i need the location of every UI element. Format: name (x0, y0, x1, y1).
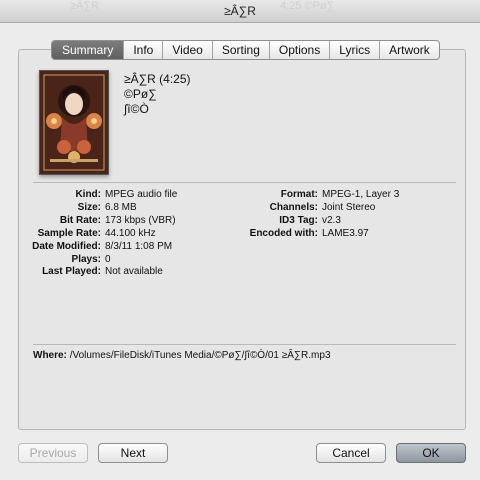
detail-label: ID3 Tag: (279, 214, 318, 226)
tab-sorting[interactable]: Sorting (211, 41, 269, 59)
detail-label: Size: (77, 201, 101, 213)
cancel-button[interactable]: Cancel (316, 443, 386, 463)
detail-row-channels: Channels: Joint Stereo (233, 202, 399, 215)
detail-value: 44.100 kHz (105, 227, 156, 239)
album-artwork-thumbnail (39, 70, 109, 175)
detail-label: Last Played: (42, 266, 101, 278)
detail-row-size: Size: 6.8 MB (16, 202, 177, 215)
song-artist: ©Pø∑ (124, 87, 157, 101)
detail-row-plays: Plays: 0 (16, 254, 177, 267)
title-bar: ≥Â∑R 4:25 ©Pø∑ ≥Â∑R (0, 0, 480, 23)
tab-bar: Summary Info Video Sorting Options Lyric… (51, 40, 440, 60)
details-right-column: Format: MPEG-1, Layer 3 Channels: Joint … (233, 189, 400, 241)
tab-summary[interactable]: Summary (52, 41, 124, 59)
ok-button[interactable]: OK (396, 443, 466, 463)
detail-row-kind: Kind: MPEG audio file (16, 189, 177, 202)
song-title-duration: ≥Â∑R (4:25) (124, 72, 191, 86)
window-title: ≥Â∑R (224, 4, 256, 18)
detail-value: v2.3 (322, 214, 341, 226)
tab-video[interactable]: Video (162, 41, 211, 59)
detail-value: 6.8 MB (105, 201, 137, 213)
detail-label: Bit Rate: (59, 214, 101, 226)
detail-value: LAME3.97 (322, 227, 369, 239)
detail-value: MPEG-1, Layer 3 (322, 189, 400, 200)
tab-info[interactable]: Info (123, 41, 162, 59)
where-path: /Volumes/FileDisk/iTunes Media/©Pø∑/∫î©Ò… (69, 350, 331, 361)
detail-value: 0 (105, 253, 111, 265)
file-location: Where: /Volumes/FileDisk/iTunes Media/©P… (33, 350, 331, 361)
divider-bottom (33, 344, 456, 345)
detail-row-sample-rate: Sample Rate: 44.100 kHz (16, 228, 177, 241)
detail-value: MPEG audio file (105, 189, 178, 200)
detail-label: Channels: (269, 201, 318, 213)
tab-lyrics[interactable]: Lyrics (329, 41, 379, 59)
tab-artwork[interactable]: Artwork (379, 41, 439, 59)
where-label: Where: (33, 350, 67, 361)
detail-row-last-played: Last Played: Not available (16, 266, 177, 279)
detail-row-date-modified: Date Modified: 8/3/11 1:08 PM (16, 241, 177, 254)
detail-label: Kind: (75, 189, 101, 200)
detail-label: Plays: (71, 253, 101, 265)
detail-label: Date Modified: (32, 240, 101, 252)
detail-value: 8/3/11 1:08 PM (105, 240, 173, 252)
tab-options[interactable]: Options (268, 41, 329, 59)
song-album: ∫î©Ò (124, 102, 149, 116)
song-header: ≥Â∑R (4:25) ©Pø∑ ∫î©Ò (124, 72, 191, 117)
next-button[interactable]: Next (98, 443, 168, 463)
details-left-column: Kind: MPEG audio file Size: 6.8 MB Bit R… (16, 189, 177, 279)
previous-button[interactable]: Previous (18, 443, 88, 463)
detail-row-encoded-with: Encoded with: LAME3.97 (233, 228, 399, 241)
detail-row-id3-tag: ID3 Tag: v2.3 (233, 215, 399, 228)
detail-value: Not available (105, 266, 163, 278)
detail-label: Encoded with: (249, 227, 318, 239)
detail-row-format: Format: MPEG-1, Layer 3 (233, 189, 400, 202)
detail-row-bit-rate: Bit Rate: 173 kbps (VBR) (16, 215, 177, 228)
detail-value: Joint Stereo (322, 201, 376, 213)
detail-label: Format: (280, 189, 318, 200)
divider-top (33, 182, 456, 183)
detail-label: Sample Rate: (37, 227, 101, 239)
detail-value: 173 kbps (VBR) (105, 214, 176, 226)
